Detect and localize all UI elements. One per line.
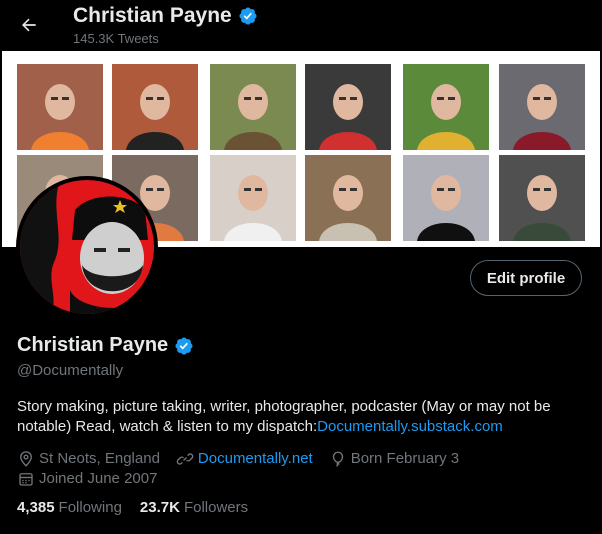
- profile-meta: St Neots, England Documentally.net Born …: [17, 449, 592, 489]
- followers-link[interactable]: 23.7K Followers: [140, 499, 248, 516]
- joined-text: Joined June 2007: [39, 470, 158, 487]
- website[interactable]: Documentally.net: [176, 449, 313, 469]
- edit-profile-button[interactable]: Edit profile: [470, 260, 582, 296]
- location-text: St Neots, England: [39, 450, 160, 467]
- location-icon: [20, 451, 32, 467]
- top-bar: Christian Payne 145.3K Tweets: [0, 0, 602, 50]
- location: St Neots, England: [17, 449, 160, 469]
- banner-thumb-12: [499, 155, 585, 241]
- followers-label: Followers: [183, 499, 249, 516]
- following-label: Following: [58, 499, 122, 516]
- banner-thumb-9: [210, 155, 296, 241]
- calendar-icon: [19, 473, 33, 486]
- follow-stats: 4,385 Following 23.7K Followers: [17, 499, 248, 516]
- banner-thumb-5: [403, 64, 489, 150]
- profile-bio: Story making, picture taking, writer, ph…: [17, 397, 592, 437]
- bio-link[interactable]: Documentally.substack.com: [317, 418, 503, 435]
- profile-name: Christian Payne: [17, 334, 169, 356]
- banner-thumb-4: [305, 64, 391, 150]
- header-title: Christian Payne: [73, 4, 258, 28]
- banner-thumb-10: [305, 155, 391, 241]
- balloon-icon: [332, 451, 343, 467]
- banner-thumb-1: [17, 64, 103, 150]
- followers-count: 23.7K: [139, 499, 180, 516]
- joined: Joined June 2007: [17, 469, 157, 489]
- banner-thumb-3: [210, 64, 296, 150]
- header-name: Christian Payne: [73, 4, 232, 27]
- back-button[interactable]: [14, 10, 44, 40]
- banner-thumb-2: [112, 64, 198, 150]
- arrow-left-icon: [22, 18, 36, 32]
- avatar[interactable]: [16, 176, 158, 318]
- birthday: Born February 3: [329, 449, 459, 469]
- following-count: 4,385: [17, 499, 55, 516]
- banner-thumb-6: [499, 64, 585, 150]
- verified-badge-icon[interactable]: [174, 336, 194, 356]
- birthday-text: Born February 3: [350, 450, 460, 467]
- tweet-count: 145.3K Tweets: [73, 31, 159, 46]
- link-icon: [176, 453, 194, 465]
- profile-name-row: Christian Payne: [17, 334, 194, 357]
- website-link[interactable]: Documentally.net: [198, 449, 313, 469]
- verified-badge-icon: [238, 6, 258, 26]
- banner-thumb-11: [403, 155, 489, 241]
- profile-handle: @Documentally: [17, 362, 124, 379]
- following-link[interactable]: 4,385 Following: [17, 499, 122, 516]
